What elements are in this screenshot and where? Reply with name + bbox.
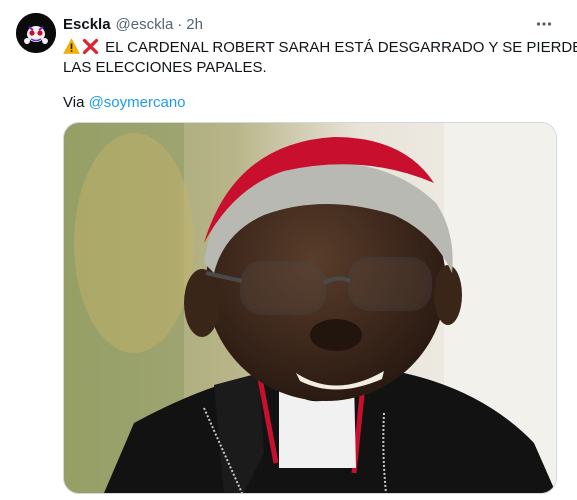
tweet-text: EL CARDENAL ROBERT SARAH ESTÁ DESGARRADO… bbox=[63, 38, 577, 78]
tweet-header: Esckla @esckla · 2h bbox=[63, 14, 203, 34]
more-options-button[interactable] bbox=[530, 10, 558, 38]
cross-mark-icon bbox=[82, 38, 99, 55]
tweet-text-line-1: EL CARDENAL ROBERT SARAH ESTÁ DESGARRADO… bbox=[105, 39, 577, 56]
author-name[interactable]: Esckla bbox=[63, 16, 111, 33]
avatar-image bbox=[16, 13, 56, 53]
avatar[interactable] bbox=[16, 13, 56, 53]
author-handle[interactable]: @esckla bbox=[116, 16, 174, 33]
photo-image bbox=[64, 123, 556, 493]
more-icon bbox=[536, 22, 552, 26]
tweet[interactable]: Esckla @esckla · 2h EL CARDENAL ROBERT S… bbox=[0, 0, 577, 500]
via-mention-link[interactable]: @soymercano bbox=[89, 94, 186, 111]
tweet-media-photo[interactable] bbox=[63, 122, 557, 494]
via-line: Via @soymercano bbox=[63, 93, 186, 113]
tweet-text-line-2: LAS ELECCIONES PAPALES. bbox=[63, 59, 267, 76]
separator-dot: · bbox=[177, 15, 183, 33]
via-prefix: Via bbox=[63, 94, 89, 111]
warning-icon bbox=[63, 38, 80, 54]
timestamp[interactable]: 2h bbox=[186, 16, 203, 33]
